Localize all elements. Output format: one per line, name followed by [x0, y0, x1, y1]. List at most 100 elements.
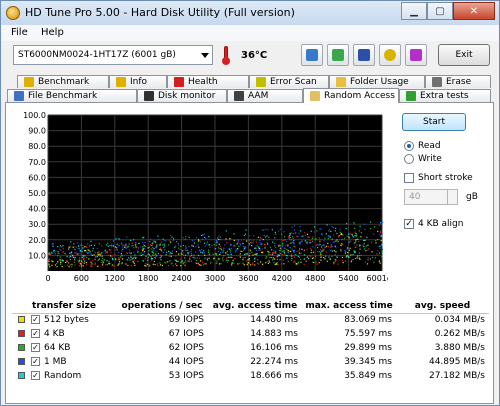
data-point	[194, 251, 197, 253]
data-point	[90, 262, 92, 264]
data-point	[353, 236, 355, 238]
data-point	[377, 238, 379, 241]
menu-file[interactable]: File	[11, 27, 28, 38]
read-radio[interactable]: Read	[404, 141, 441, 151]
y-tick-label: 20.0	[28, 236, 46, 245]
data-point	[69, 246, 71, 248]
drive-select[interactable]: ST6000NM0024-1HT17Z (6001 gB)	[13, 45, 213, 65]
size-cell: ✓ 1 MB	[12, 355, 116, 369]
tab-file-benchmark[interactable]: File Benchmark	[7, 89, 137, 102]
data-point	[144, 258, 146, 260]
data-point	[191, 240, 194, 242]
data-point	[358, 244, 361, 246]
tab-info[interactable]: Info	[109, 75, 167, 88]
data-point	[151, 245, 153, 247]
start-button[interactable]: Start	[402, 113, 466, 131]
data-point	[200, 234, 203, 237]
tab-error-scan[interactable]: Error Scan	[249, 75, 329, 88]
row-checkbox[interactable]: ✓	[31, 315, 40, 325]
data-point	[84, 250, 86, 252]
data-point	[111, 246, 113, 248]
data-point	[118, 251, 120, 254]
copy-info-button[interactable]	[301, 44, 323, 66]
data-point	[155, 246, 157, 248]
tab-folder-usage[interactable]: Folder Usage	[329, 75, 425, 88]
data-point	[115, 249, 117, 251]
data-point	[310, 230, 312, 232]
data-point	[221, 249, 223, 252]
tab-health[interactable]: Health	[167, 75, 249, 88]
data-point	[194, 257, 196, 259]
data-point	[273, 242, 276, 245]
data-point	[296, 250, 298, 253]
tab-benchmark[interactable]: Benchmark	[17, 75, 109, 88]
data-point	[109, 255, 112, 257]
data-point	[130, 265, 132, 267]
data-point	[379, 234, 381, 236]
download-button[interactable]	[405, 44, 427, 66]
data-point	[302, 235, 304, 237]
data-point	[70, 251, 73, 253]
data-point	[155, 253, 157, 255]
data-point	[118, 238, 120, 240]
tab-erase[interactable]: Erase	[425, 75, 491, 88]
tab-disk-monitor[interactable]: Disk monitor	[137, 89, 227, 102]
copy-screenshot-button[interactable]	[327, 44, 349, 66]
extra-tests-icon	[406, 91, 416, 101]
data-point	[279, 245, 281, 247]
data-point	[272, 257, 274, 259]
row-checkbox[interactable]: ✓	[31, 371, 40, 380]
data-point	[320, 256, 323, 258]
data-point	[374, 257, 376, 259]
data-point	[201, 248, 203, 251]
tab-label: Random Access	[324, 91, 395, 101]
data-point	[273, 249, 275, 251]
data-point	[303, 249, 305, 252]
data-point	[109, 263, 111, 265]
align-checkbox[interactable]: ✓ 4 KB align	[404, 219, 463, 229]
data-point	[269, 251, 271, 253]
data-point	[125, 244, 127, 246]
data-point	[109, 244, 111, 247]
data-point	[81, 256, 83, 258]
app-window: HD Tune Pro 5.00 - Hard Disk Utility (Fu…	[0, 0, 500, 406]
data-point	[380, 235, 382, 238]
data-point	[177, 260, 179, 262]
data-point	[143, 247, 146, 250]
tab-aam[interactable]: AAM	[227, 89, 303, 102]
data-point	[196, 260, 198, 262]
save-button[interactable]	[353, 44, 375, 66]
short-stroke-spinner[interactable]: 40	[404, 189, 458, 205]
data-point	[101, 252, 103, 254]
data-point	[57, 251, 60, 253]
spin-up-icon[interactable]	[447, 190, 457, 197]
data-point	[193, 242, 196, 244]
data-point	[192, 245, 195, 247]
tab-random-access[interactable]: Random Access	[303, 88, 399, 103]
row-checkbox[interactable]: ✓	[31, 329, 40, 338]
row-checkbox[interactable]: ✓	[31, 343, 40, 352]
write-radio[interactable]: Write	[404, 154, 442, 164]
close-button[interactable]: ✕	[453, 2, 495, 20]
data-point	[257, 259, 259, 261]
data-point	[183, 254, 185, 257]
short-stroke-checkbox[interactable]: Short stroke	[404, 173, 473, 183]
data-point	[175, 241, 178, 243]
tab-extra-tests[interactable]: Extra tests	[399, 89, 491, 102]
data-point	[284, 239, 286, 241]
data-point	[203, 250, 205, 252]
data-point	[340, 249, 342, 251]
options-button[interactable]	[379, 44, 401, 66]
maximize-button[interactable]: ▢	[427, 2, 453, 20]
data-point	[107, 245, 109, 247]
data-point	[62, 245, 64, 247]
exit-button[interactable]: Exit	[438, 44, 490, 66]
menu-help[interactable]: Help	[41, 27, 64, 38]
short-stroke-value: 40	[409, 192, 421, 202]
row-checkbox[interactable]: ✓	[31, 357, 40, 366]
spin-down-icon[interactable]	[447, 197, 457, 204]
data-point	[59, 245, 62, 247]
minimize-button[interactable]: ▁	[401, 2, 427, 20]
random-access-panel: 100.0 90.0 80.0 70.0 60.0 50.0 40.0 30.0 20.0 10.…	[5, 102, 494, 404]
data-point	[150, 238, 152, 240]
